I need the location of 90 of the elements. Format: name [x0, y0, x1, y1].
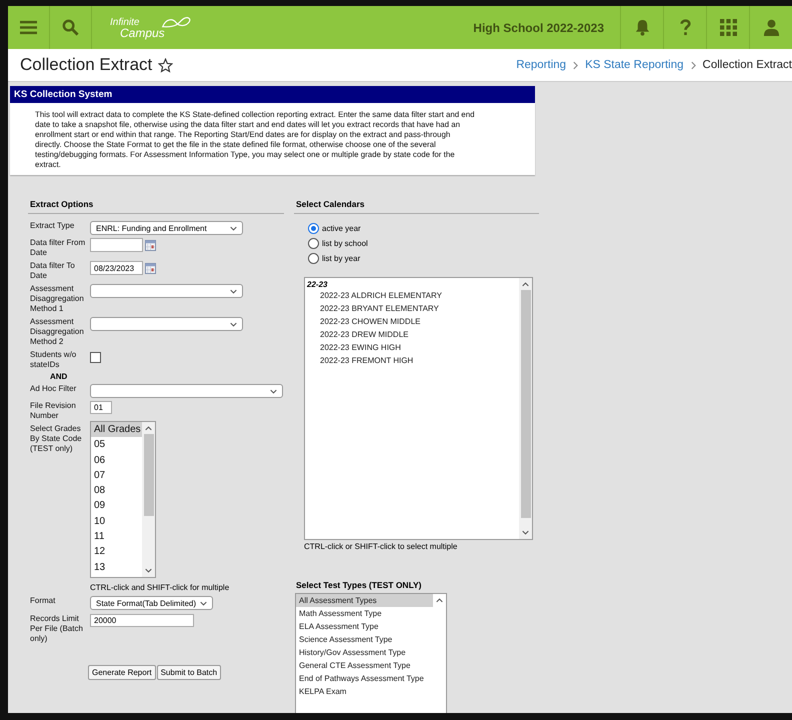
chevron-down-icon — [270, 388, 277, 394]
list-option[interactable]: 12 — [91, 544, 142, 560]
radio-label[interactable]: list by school — [322, 239, 368, 248]
list-option[interactable]: 06 — [91, 452, 142, 468]
page-title: Collection Extract — [20, 55, 152, 75]
list-option[interactable]: 2022-23 CHOWEN MIDDLE — [305, 315, 519, 328]
list-option[interactable]: 09 — [91, 498, 142, 514]
list-option[interactable]: 07 — [91, 468, 142, 484]
list-option[interactable]: 2022-23 BRYANT ELEMENTARY — [305, 302, 519, 315]
list-option[interactable]: 11 — [91, 529, 142, 544]
list-option[interactable]: Science Assessment Type — [296, 633, 433, 646]
chevron-up-icon — [145, 426, 152, 431]
radio-label[interactable]: active year — [322, 224, 361, 233]
text-field[interactable]: 20000 — [90, 614, 194, 627]
field-label: Records Limit Per File (Batch only) — [30, 614, 84, 644]
bell-icon[interactable] — [634, 19, 650, 36]
action-button[interactable]: Generate Report — [88, 665, 156, 680]
field-label: Data filter From Date — [30, 238, 86, 258]
section-title: Select Calendars — [294, 197, 539, 214]
list-option[interactable]: 10 — [91, 514, 142, 530]
chevron-down-icon — [145, 568, 152, 573]
checkbox[interactable] — [90, 352, 101, 363]
scroll-thumb[interactable] — [520, 290, 530, 518]
chevron-right-icon — [690, 60, 696, 70]
scrollbar[interactable] — [519, 278, 532, 539]
field-label: Extract Type — [30, 221, 76, 232]
list-option[interactable]: 2022-23 DREW MIDDLE — [305, 328, 519, 341]
list-option[interactable]: KELPA Exam — [296, 685, 433, 698]
breadcrumb-link[interactable]: Reporting — [516, 59, 566, 71]
section-title: Select Test Types (TEST ONLY) — [295, 580, 422, 590]
group-label: 22-23 — [306, 279, 328, 289]
list-option[interactable]: End of Pathways Assessment Type — [296, 672, 433, 685]
school-year-label[interactable]: High School 2022-2023 — [473, 20, 604, 34]
menu-icon[interactable] — [20, 19, 37, 36]
apps-grid-icon[interactable] — [720, 19, 736, 36]
scroll-thumb[interactable] — [144, 434, 154, 516]
radio-button[interactable] — [308, 253, 319, 264]
list-option[interactable]: General CTE Assessment Type — [296, 659, 433, 672]
section-title: Extract Options — [28, 197, 284, 214]
dropdown[interactable] — [90, 317, 243, 331]
list-option[interactable]: 08 — [91, 483, 142, 498]
radio-button[interactable] — [308, 223, 319, 234]
breadcrumb-link[interactable]: KS State Reporting — [585, 59, 684, 71]
chevron-up-icon — [436, 598, 443, 603]
list-option[interactable]: 13 — [91, 560, 142, 575]
chevron-down-icon — [230, 226, 237, 230]
hint-text: CTRL-click and SHIFT-click for multiple — [90, 583, 230, 592]
field-label: Format — [30, 596, 56, 607]
list-option[interactable]: 05 — [91, 437, 142, 453]
chevron-down-icon — [522, 530, 529, 535]
list-option[interactable]: 2022-23 FREMONT HIGH — [305, 354, 519, 367]
radio-label[interactable]: list by year — [322, 254, 360, 263]
date-field[interactable] — [90, 238, 143, 252]
hint-text: CTRL-click or SHIFT-click to select multiple — [304, 542, 458, 551]
chevron-down-icon — [200, 600, 207, 606]
field-label: Ad Hoc Filter — [30, 384, 78, 395]
chevron-right-icon — [573, 60, 578, 70]
user-icon[interactable] — [762, 19, 780, 36]
chevron-down-icon — [230, 288, 237, 294]
field-label: Students w/o stateIDs — [30, 350, 78, 370]
field-label: Data filter To Date — [30, 261, 76, 281]
chevron-up-icon — [522, 282, 529, 287]
list-option[interactable]: History/Gov Assessment Type — [296, 646, 433, 659]
and-label: AND — [49, 372, 68, 381]
field-label: File Revision Number — [30, 401, 77, 421]
list-option[interactable]: 2022-23 ALDRICH ELEMENTARY — [305, 289, 519, 302]
search-icon[interactable] — [62, 19, 79, 36]
date-field[interactable]: 08/23/2023 — [90, 261, 143, 275]
calendar-icon[interactable] — [145, 240, 156, 251]
radio-button[interactable] — [308, 238, 319, 249]
breadcrumb-current: Collection Extract — [702, 59, 792, 71]
list-option[interactable]: All Assessment Types — [296, 594, 433, 607]
dropdown[interactable] — [90, 384, 283, 398]
star-icon[interactable] — [158, 58, 174, 72]
list-option[interactable]: ELA Assessment Type — [296, 620, 433, 633]
action-button[interactable]: Submit to Batch — [156, 665, 222, 680]
field-label: Assessment Disaggregation Method 2 — [30, 317, 85, 347]
panel-header: KS Collection System — [10, 86, 535, 103]
list-option[interactable]: Math Assessment Type — [296, 607, 433, 620]
field-label: Select Grades By State Code (TEST only) — [30, 424, 83, 455]
chevron-down-icon — [230, 322, 237, 326]
dropdown[interactable]: State Format(Tab Delimited) — [90, 596, 213, 610]
dropdown[interactable]: ENRL: Funding and Enrollment — [90, 221, 243, 235]
field-label: Assessment Disaggregation Method 1 — [30, 284, 85, 314]
list-option[interactable]: 2022-23 EWING HIGH — [305, 341, 519, 354]
text-field[interactable]: 01 — [90, 401, 112, 414]
scrollbar[interactable] — [142, 422, 155, 577]
dropdown[interactable] — [90, 284, 243, 298]
list-option[interactable]: All Grades — [91, 422, 142, 438]
calendar-icon[interactable] — [145, 263, 156, 274]
